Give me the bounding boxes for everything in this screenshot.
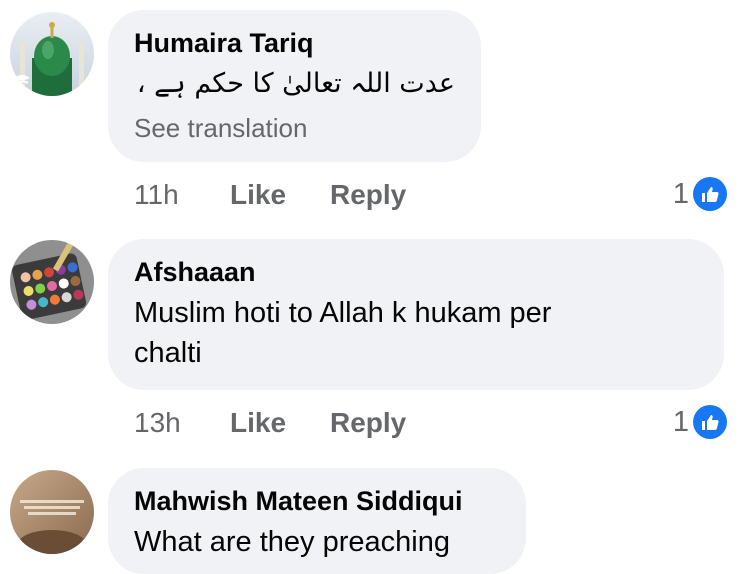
- reaction-summary[interactable]: 1: [673, 404, 727, 440]
- comment-text: What are they preaching: [134, 526, 450, 558]
- like-reaction-icon: [693, 177, 727, 211]
- comment-timestamp[interactable]: 11h: [134, 177, 179, 213]
- reply-button[interactable]: Reply: [330, 177, 406, 213]
- comment-text: عدت اللہ تعالیٰ کا حکم ہے ،: [136, 68, 455, 99]
- avatar-text-photo-icon: [10, 470, 94, 554]
- like-button[interactable]: Like: [230, 177, 286, 213]
- avatar[interactable]: [10, 470, 94, 554]
- avatar-makeup-palette-icon: [10, 240, 94, 324]
- comment-bubble: Mahwish Mateen Siddiqui What are they pr…: [108, 468, 526, 574]
- avatar-mosque-icon: [10, 12, 94, 96]
- comment-text-line-1: Muslim hoti to Allah k hukam per: [134, 297, 552, 329]
- reaction-summary[interactable]: 1: [673, 176, 727, 212]
- comment-author[interactable]: Afshaaan: [134, 255, 698, 289]
- comment-bubble: Humaira Tariq عدت اللہ تعالیٰ کا حکم ہے …: [108, 10, 481, 162]
- avatar[interactable]: [10, 240, 94, 324]
- comment-text-line-2: chalti: [134, 337, 202, 369]
- reaction-count: 1: [672, 177, 689, 210]
- comment-bubble: Afshaaan Muslim hoti to Allah k hukam pe…: [108, 239, 724, 390]
- reaction-count: 1: [672, 405, 689, 438]
- like-reaction-icon: [693, 405, 727, 439]
- comment-author[interactable]: Humaira Tariq: [134, 26, 455, 60]
- comment-author[interactable]: Mahwish Mateen Siddiqui: [134, 484, 500, 518]
- reply-button[interactable]: Reply: [330, 405, 406, 441]
- like-button[interactable]: Like: [230, 405, 286, 441]
- see-translation-link[interactable]: See translation: [134, 106, 455, 150]
- comment-timestamp[interactable]: 13h: [134, 405, 181, 441]
- avatar[interactable]: [10, 12, 94, 96]
